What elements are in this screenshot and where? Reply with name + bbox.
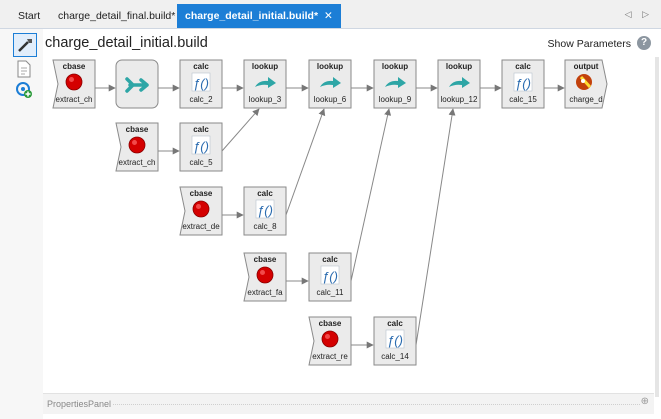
node-type-label: lookup (446, 62, 472, 71)
node-calc-calc_8[interactable]: calc ƒ() calc_8 (243, 186, 287, 236)
function-icon: ƒ() (320, 265, 340, 285)
edge-arrow (350, 108, 392, 282)
close-icon[interactable]: ✕ (324, 10, 333, 22)
cbase-red-dot-icon (128, 136, 146, 154)
node-calc-calc_5[interactable]: calc ƒ() calc_5 (179, 122, 223, 172)
function-icon: ƒ() (385, 329, 405, 349)
node-calc-calc_14[interactable]: calc ƒ() calc_14 (373, 316, 417, 366)
node-name-label: extract_re (312, 352, 348, 361)
graph-svg: cbaseextract_chcalcƒ()calc_2lookuplookup… (52, 59, 608, 366)
node-type-label: lookup (317, 62, 343, 71)
tab-bar: Start charge_detail_final.build* charge_… (0, 0, 661, 29)
node-name-label: lookup_3 (249, 95, 282, 104)
node-type-label: lookup (252, 62, 278, 71)
svg-text:ƒ(): ƒ() (193, 76, 209, 91)
function-icon: ƒ() (255, 199, 275, 219)
wrench-icon[interactable] (13, 33, 37, 57)
tab-label: Start (18, 10, 41, 22)
node-lookup-lookup_12[interactable]: lookup lookup_12 (437, 59, 481, 109)
node-type-label: calc (193, 125, 209, 134)
function-icon: ƒ() (513, 72, 533, 92)
node-cbase-extract_ch[interactable]: cbase extract_ch (115, 122, 159, 172)
node-type-label: lookup (382, 62, 408, 71)
function-icon: ƒ() (191, 135, 211, 155)
cbase-red-dot-icon (65, 73, 83, 91)
tab-charge-detail-final[interactable]: charge_detail_final.build* (50, 5, 183, 27)
tab-scroll-arrows-icon[interactable]: ◁ ▷ (625, 9, 653, 20)
svg-text:ƒ(): ƒ() (257, 203, 273, 218)
node-name-label: lookup_9 (379, 95, 412, 104)
vertical-scrollbar[interactable] (655, 57, 659, 397)
document-icon[interactable] (15, 60, 33, 78)
left-toolbar (0, 29, 43, 419)
properties-panel-label: PropertiesPanel (47, 399, 112, 409)
node-name-label: calc_2 (189, 95, 213, 104)
node-name-label: extract_de (182, 222, 220, 231)
node-name-label: lookup_6 (314, 95, 347, 104)
edge-arrow (285, 108, 326, 216)
node-name-label: extract_ch (119, 158, 156, 167)
node-calc-calc_2[interactable]: calc ƒ() calc_2 (179, 59, 223, 109)
node-name-label: charge_d (569, 95, 602, 104)
node-name-label: calc_14 (381, 352, 409, 361)
node-cbase-extract_de[interactable]: cbase extract_de (179, 186, 223, 236)
help-icon[interactable]: ? (637, 36, 651, 50)
node-lookup-lookup_3[interactable]: lookup lookup_3 (243, 59, 287, 109)
tab-charge-detail-initial[interactable]: charge_detail_initial.build* ✕ (177, 4, 341, 28)
node-calc-calc_11[interactable]: calc ƒ() calc_11 (308, 252, 352, 302)
node-cbase-extract_re[interactable]: cbase extract_re (308, 316, 352, 366)
page-title: charge_detail_initial.build (45, 35, 208, 51)
edge-arrow (415, 108, 456, 346)
node-cbase-extract_ch[interactable]: cbase extract_ch (52, 59, 96, 109)
node-name-label: lookup_12 (441, 95, 478, 104)
node-type-label: cbase (254, 255, 277, 264)
show-parameters-link[interactable]: Show Parameters (548, 38, 631, 50)
svg-text:ƒ(): ƒ() (387, 333, 403, 348)
node-lookup-lookup_9[interactable]: lookup lookup_9 (373, 59, 417, 109)
svg-text:ƒ(): ƒ() (515, 76, 531, 91)
node-name-label: calc_5 (189, 158, 213, 167)
network-add-icon[interactable] (15, 81, 33, 99)
node-type-label: output (574, 62, 599, 71)
cbase-red-dot-icon (192, 200, 210, 218)
edge-arrow (221, 108, 260, 152)
node-type-label: calc (193, 62, 209, 71)
editor-header: charge_detail_initial.build Show Paramet… (43, 29, 661, 57)
node-type-label: cbase (126, 125, 149, 134)
node-name-label: extract_fa (247, 288, 283, 297)
cbase-red-dot-icon (321, 330, 339, 348)
function-icon: ƒ() (191, 72, 211, 92)
node-calc-calc_15[interactable]: calc ƒ() calc_15 (501, 59, 545, 109)
node-type-label: calc (515, 62, 531, 71)
node-cbase-extract_fa[interactable]: cbase extract_fa (243, 252, 287, 302)
node-type-label: cbase (63, 62, 86, 71)
pin-icon[interactable]: ⊕ (641, 396, 649, 407)
tab-label: charge_detail_final.build* (58, 10, 176, 22)
panel-grip[interactable] (113, 404, 640, 405)
cbase-red-dot-icon (256, 266, 274, 284)
node-join-join[interactable] (115, 59, 159, 109)
node-type-label: calc (257, 189, 273, 198)
graph-canvas[interactable]: cbase extract_ch calc ƒ() calc_2 lookup lookup… (43, 57, 648, 392)
node-type-label: cbase (190, 189, 213, 198)
output-icon (576, 74, 592, 90)
node-type-label: calc (387, 319, 403, 328)
node-output-charge_d[interactable]: output charge_d (564, 59, 608, 109)
node-name-label: calc_15 (509, 95, 537, 104)
node-type-label: cbase (319, 319, 342, 328)
svg-text:ƒ(): ƒ() (322, 269, 338, 284)
properties-panel: PropertiesPanel ⊕ (43, 393, 654, 414)
node-name-label: calc_11 (317, 288, 345, 297)
svg-text:ƒ(): ƒ() (193, 139, 209, 154)
node-type-label: calc (322, 255, 338, 264)
tab-start[interactable]: Start (10, 5, 48, 27)
tab-label: charge_detail_initial.build* (185, 10, 319, 22)
node-name-label: calc_8 (253, 222, 277, 231)
node-name-label: extract_ch (56, 95, 93, 104)
node-lookup-lookup_6[interactable]: lookup lookup_6 (308, 59, 352, 109)
